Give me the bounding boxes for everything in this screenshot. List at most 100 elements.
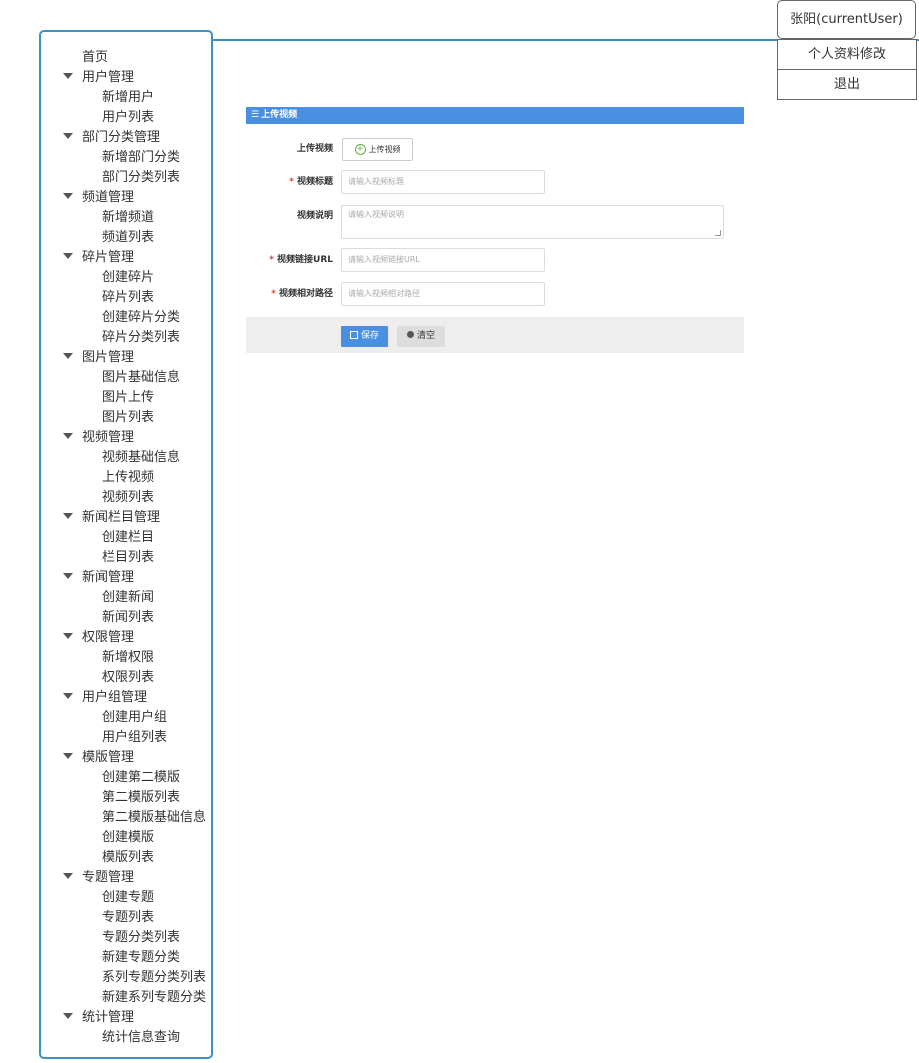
sidebar-item[interactable]: 碎片列表 bbox=[102, 288, 154, 308]
sidebar-item[interactable]: 部门分类列表 bbox=[102, 168, 180, 188]
path-label: * 视频相对路径 bbox=[271, 289, 333, 299]
video-path-input[interactable]: 请输入视频相对路径 bbox=[341, 282, 545, 306]
sidebar-group[interactable]: 专题管理 bbox=[63, 868, 134, 888]
caret-down-icon bbox=[63, 752, 73, 759]
sidebar-group[interactable]: 碎片管理 bbox=[63, 248, 134, 268]
sidebar-item[interactable]: 统计信息查询 bbox=[102, 1028, 180, 1048]
sidebar-group-label: 部门分类管理 bbox=[82, 130, 161, 145]
sidebar-item[interactable]: 新建系列专题分类 bbox=[102, 988, 206, 1008]
sidebar-item[interactable]: 新增频道 bbox=[102, 208, 154, 228]
sidebar-item[interactable]: 栏目列表 bbox=[102, 548, 154, 568]
sidebar-group-label: 统计管理 bbox=[82, 1010, 135, 1025]
upload-button-label: 上传视频 bbox=[368, 145, 401, 154]
form-footer bbox=[246, 317, 744, 353]
sidebar-item[interactable]: 模版列表 bbox=[102, 848, 154, 868]
caret-down-icon bbox=[63, 512, 73, 519]
current-user-button[interactable]: 张阳(currentUser) bbox=[777, 0, 916, 39]
sidebar-item[interactable]: 上传视频 bbox=[102, 468, 154, 488]
sidebar-group[interactable]: 部门分类管理 bbox=[63, 128, 160, 148]
caret-down-icon bbox=[63, 352, 73, 359]
sidebar-group[interactable]: 频道管理 bbox=[63, 188, 134, 208]
sidebar-group-label: 碎片管理 bbox=[82, 250, 135, 265]
plus-circle-icon: + bbox=[354, 144, 366, 155]
clear-button[interactable]: 清空 bbox=[397, 326, 445, 347]
caret-down-icon bbox=[63, 632, 73, 639]
sidebar-item[interactable]: 视频基础信息 bbox=[102, 448, 180, 468]
description-label: 视频说明 bbox=[296, 211, 333, 221]
sidebar-item[interactable]: 创建第二模版 bbox=[102, 768, 180, 788]
resize-grip-icon[interactable] bbox=[715, 230, 721, 236]
sidebar-item[interactable]: 创建专题 bbox=[102, 888, 154, 908]
panel-header: ☰ 上传视频 bbox=[246, 107, 744, 124]
sidebar-item[interactable]: 新闻列表 bbox=[102, 608, 154, 628]
list-icon: ☰ bbox=[251, 110, 260, 120]
upload-video-button[interactable]: + 上传视频 bbox=[342, 138, 413, 161]
save-icon bbox=[349, 330, 358, 339]
sidebar-group[interactable]: 视频管理 bbox=[63, 428, 134, 448]
sidebar-item[interactable]: 视频列表 bbox=[102, 488, 154, 508]
sidebar-item[interactable]: 创建碎片 bbox=[102, 268, 154, 288]
sidebar-item[interactable]: 用户列表 bbox=[102, 108, 154, 128]
sidebar-item[interactable]: 第二模版列表 bbox=[102, 788, 180, 808]
sidebar-group[interactable]: 统计管理 bbox=[63, 1008, 134, 1028]
caret-down-icon bbox=[63, 872, 73, 879]
video-url-input[interactable]: 请输入视频链接URL bbox=[341, 248, 545, 272]
sidebar-item[interactable]: 图片上传 bbox=[102, 388, 154, 408]
sidebar-item[interactable]: 创建新闻 bbox=[102, 588, 154, 608]
sidebar-group[interactable]: 图片管理 bbox=[63, 348, 134, 368]
sidebar-item[interactable]: 专题分类列表 bbox=[102, 928, 180, 948]
sidebar-item[interactable]: 权限列表 bbox=[102, 668, 154, 688]
sidebar-group-label: 专题管理 bbox=[82, 870, 135, 885]
sidebar-item[interactable]: 图片基础信息 bbox=[102, 368, 180, 388]
sidebar-item[interactable]: 创建碎片分类 bbox=[102, 308, 180, 328]
sidebar-item[interactable]: 创建用户组 bbox=[102, 708, 167, 728]
sidebar-item[interactable]: 创建模版 bbox=[102, 828, 154, 848]
url-label: * 视频链接URL bbox=[269, 255, 333, 265]
caret-down-icon bbox=[63, 72, 73, 79]
required-mark: * bbox=[271, 289, 276, 299]
caret-down-icon bbox=[63, 692, 73, 699]
sidebar-item[interactable]: 用户组列表 bbox=[102, 728, 167, 748]
save-button[interactable]: 保存 bbox=[341, 326, 388, 347]
video-description-textarea[interactable]: 请输入视频说明 bbox=[341, 205, 724, 239]
sidebar-group[interactable]: 新闻管理 bbox=[63, 568, 134, 588]
sidebar-group-label: 权限管理 bbox=[82, 630, 135, 645]
video-title-input[interactable]: 请输入视频标题 bbox=[341, 170, 545, 194]
caret-down-icon bbox=[63, 252, 73, 259]
logout-menu-item[interactable]: 退出 bbox=[777, 69, 917, 100]
caret-down-icon bbox=[63, 132, 73, 139]
caret-down-icon bbox=[63, 192, 73, 199]
sidebar-item[interactable]: 新增权限 bbox=[102, 648, 154, 668]
sidebar-item[interactable]: 图片列表 bbox=[102, 408, 154, 428]
required-mark: * bbox=[289, 177, 294, 187]
sidebar-item-home[interactable]: 首页 bbox=[82, 48, 108, 68]
sidebar-item[interactable]: 新增用户 bbox=[102, 88, 154, 108]
sidebar-item[interactable]: 专题列表 bbox=[102, 908, 154, 928]
sidebar-group-label: 用户组管理 bbox=[82, 690, 148, 705]
upload-label: 上传视频 bbox=[296, 144, 333, 154]
caret-down-icon bbox=[63, 432, 73, 439]
sidebar-group[interactable]: 用户组管理 bbox=[63, 688, 147, 708]
sidebar-group[interactable]: 权限管理 bbox=[63, 628, 134, 648]
sidebar-group[interactable]: 用户管理 bbox=[63, 68, 134, 88]
sidebar-group-label: 新闻栏目管理 bbox=[82, 510, 161, 525]
sidebar-item[interactable]: 新建专题分类 bbox=[102, 948, 180, 968]
minus-circle-icon bbox=[406, 331, 414, 338]
panel-title: 上传视频 bbox=[261, 110, 298, 120]
sidebar-group-label: 新闻管理 bbox=[82, 570, 135, 585]
sidebar-group[interactable]: 新闻栏目管理 bbox=[63, 508, 160, 528]
sidebar-item[interactable]: 系列专题分类列表 bbox=[102, 968, 206, 988]
caret-down-icon bbox=[63, 1012, 73, 1019]
sidebar-group-label: 频道管理 bbox=[82, 190, 135, 205]
sidebar-item[interactable]: 频道列表 bbox=[102, 228, 154, 248]
required-mark: * bbox=[269, 255, 275, 265]
caret-down-icon bbox=[63, 572, 73, 579]
sidebar-item[interactable]: 新增部门分类 bbox=[102, 148, 180, 168]
sidebar-item[interactable]: 第二模版基础信息 bbox=[102, 808, 206, 828]
sidebar-group-label: 用户管理 bbox=[82, 70, 135, 85]
sidebar-item[interactable]: 创建栏目 bbox=[102, 528, 154, 548]
sidebar-group[interactable]: 模版管理 bbox=[63, 748, 134, 768]
sidebar-item[interactable]: 碎片分类列表 bbox=[102, 328, 180, 348]
title-label: * 视频标题 bbox=[289, 177, 333, 187]
profile-edit-menu-item[interactable]: 个人资料修改 bbox=[777, 39, 917, 70]
